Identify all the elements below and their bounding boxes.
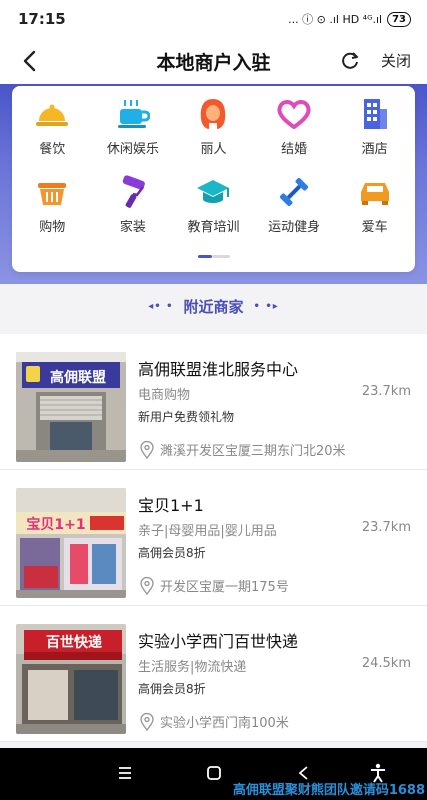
category-label: 酒店: [361, 142, 388, 157]
merchant-distance: 23.7km: [361, 384, 411, 399]
merchant-list: 高佣联盟 高佣联盟淮北服务中心 电商购物 23.7km 新用户免费领礼物 濉溪开…: [0, 334, 427, 742]
home-square-icon: [207, 766, 221, 780]
merchant-item[interactable]: 百世快递 实验小学西门百世快递 生活服务|物流快递 24.5km 高佣会员8折 …: [0, 606, 427, 742]
chevron-left-icon: [23, 50, 36, 72]
merchant-photo: 百世快递: [16, 624, 126, 734]
home-button[interactable]: [203, 762, 225, 784]
merchant-sign-text: 高佣联盟: [50, 369, 106, 386]
merchant-name: 高佣联盟淮北服务中心: [138, 360, 299, 379]
refresh-button[interactable]: [337, 48, 363, 74]
category-item-home-decor[interactable]: 家装: [93, 174, 174, 240]
merchant-promo: 新用户免费领礼物: [138, 410, 235, 424]
heading-decoration-left: ◂• •: [148, 301, 174, 312]
merchant-sign-text: 宝贝1+1: [26, 516, 85, 533]
status-bar: 17:15 ... ⓘ ⊙ .ıl HD ⁴ᴳ.ıl 73: [0, 0, 427, 38]
nearby-merchants-heading: ◂• • 附近商家 • •▸: [0, 296, 427, 317]
category-label: 丽人: [200, 142, 227, 157]
merchant-item[interactable]: 高佣联盟 高佣联盟淮北服务中心 电商购物 23.7km 新用户免费领礼物 濉溪开…: [0, 334, 427, 470]
category-label: 教育培训: [187, 220, 240, 235]
back-button[interactable]: [14, 46, 44, 76]
merchant-name: 实验小学西门百世快递: [138, 632, 299, 651]
category-item-education[interactable]: 教育培训: [173, 174, 254, 240]
category-item-wedding[interactable]: 结婚: [254, 96, 335, 162]
merchant-name: 宝贝1+1: [138, 496, 204, 515]
system-nav-bar: 高佣联盟聚财熊团队邀请码1688: [0, 748, 427, 800]
location-pin-icon: [140, 440, 154, 459]
car-icon: [357, 174, 393, 210]
heart-icon: [276, 96, 312, 132]
category-item-leisure[interactable]: 休闲娱乐: [93, 96, 174, 162]
page-dot-active: [197, 255, 212, 258]
status-indicators: ... ⓘ ⊙ .ıl HD ⁴ᴳ.ıl 73: [288, 11, 411, 27]
category-card: 餐饮 休闲娱乐 丽人 结婚 酒店 购物 家装 教育培训 运动健身 爱车: [12, 86, 415, 272]
category-label: 结婚: [281, 142, 308, 157]
merchant-promo: 高佣会员8折: [138, 546, 206, 560]
dome-cover-icon: [34, 96, 70, 132]
merchant-distance: 23.7km: [361, 520, 411, 535]
merchant-promo: 高佣会员8折: [138, 682, 206, 696]
battery-icon: 73: [387, 11, 411, 27]
paint-roller-icon: [115, 174, 151, 210]
nav-bar: 本地商户入驻 关闭: [0, 38, 427, 84]
category-item-dining[interactable]: 餐饮: [12, 96, 93, 162]
status-time: 17:15: [18, 10, 66, 28]
merchant-photo: 高佣联盟: [16, 352, 126, 462]
graduation-cap-icon: [195, 174, 231, 210]
category-label: 爱车: [361, 220, 388, 235]
category-item-fitness[interactable]: 运动健身: [254, 174, 335, 240]
merchant-distance: 24.5km: [361, 656, 411, 671]
category-label: 运动健身: [268, 220, 321, 235]
category-item-car[interactable]: 爱车: [334, 174, 415, 240]
merchant-address-text: 实验小学西门南100米: [160, 716, 289, 731]
merchant-item[interactable]: 宝贝1+1 宝贝1+1 亲子|母婴用品|婴儿用品 23.7km 高佣会员8折 开…: [0, 470, 427, 606]
woman-icon: [195, 96, 231, 132]
category-label: 餐饮: [39, 142, 66, 157]
location-pin-icon: [140, 576, 154, 595]
close-button[interactable]: 关闭: [381, 50, 411, 71]
heading-decoration-right: • •▸: [253, 301, 279, 312]
category-item-hotel[interactable]: 酒店: [334, 96, 415, 162]
location-pin-icon: [140, 712, 154, 731]
merchant-address: 濉溪开发区宝厦三期东门北20米: [140, 440, 346, 459]
merchant-category: 亲子|母婴用品|婴儿用品: [138, 524, 277, 539]
merchant-address-text: 开发区宝厦一期175号: [160, 580, 289, 595]
page-dot: [211, 255, 230, 258]
section-title: 附近商家: [183, 298, 244, 316]
category-label: 家装: [119, 220, 146, 235]
merchant-address: 实验小学西门南100米: [140, 712, 289, 731]
category-item-shopping[interactable]: 购物: [12, 174, 93, 240]
coffee-cup-icon: [115, 96, 151, 132]
category-item-beauty[interactable]: 丽人: [173, 96, 254, 162]
page-indicator: [197, 255, 230, 258]
merchant-category: 生活服务|物流快递: [138, 660, 247, 675]
menu-icon: [119, 767, 131, 779]
signal-indicators: ... ⓘ ⊙ .ıl HD ⁴ᴳ.ıl: [288, 13, 383, 26]
merchant-address: 开发区宝厦一期175号: [140, 576, 289, 595]
refresh-icon: [342, 52, 358, 69]
merchant-photo: 宝贝1+1: [16, 488, 126, 598]
merchant-address-text: 濉溪开发区宝厦三期东门北20米: [160, 444, 346, 459]
category-label: 购物: [39, 220, 66, 235]
category-label: 休闲娱乐: [106, 142, 159, 157]
menu-button[interactable]: [114, 762, 136, 784]
basket-icon: [34, 174, 70, 210]
dumbbell-icon: [276, 174, 312, 210]
merchant-category: 电商购物: [138, 388, 191, 403]
category-grid: 餐饮 休闲娱乐 丽人 结婚 酒店 购物 家装 教育培训 运动健身 爱车: [12, 96, 415, 240]
watermark-text: 高佣联盟聚财熊团队邀请码1688: [232, 783, 425, 798]
building-icon: [357, 96, 393, 132]
merchant-sign-text: 百世快递: [46, 634, 102, 651]
